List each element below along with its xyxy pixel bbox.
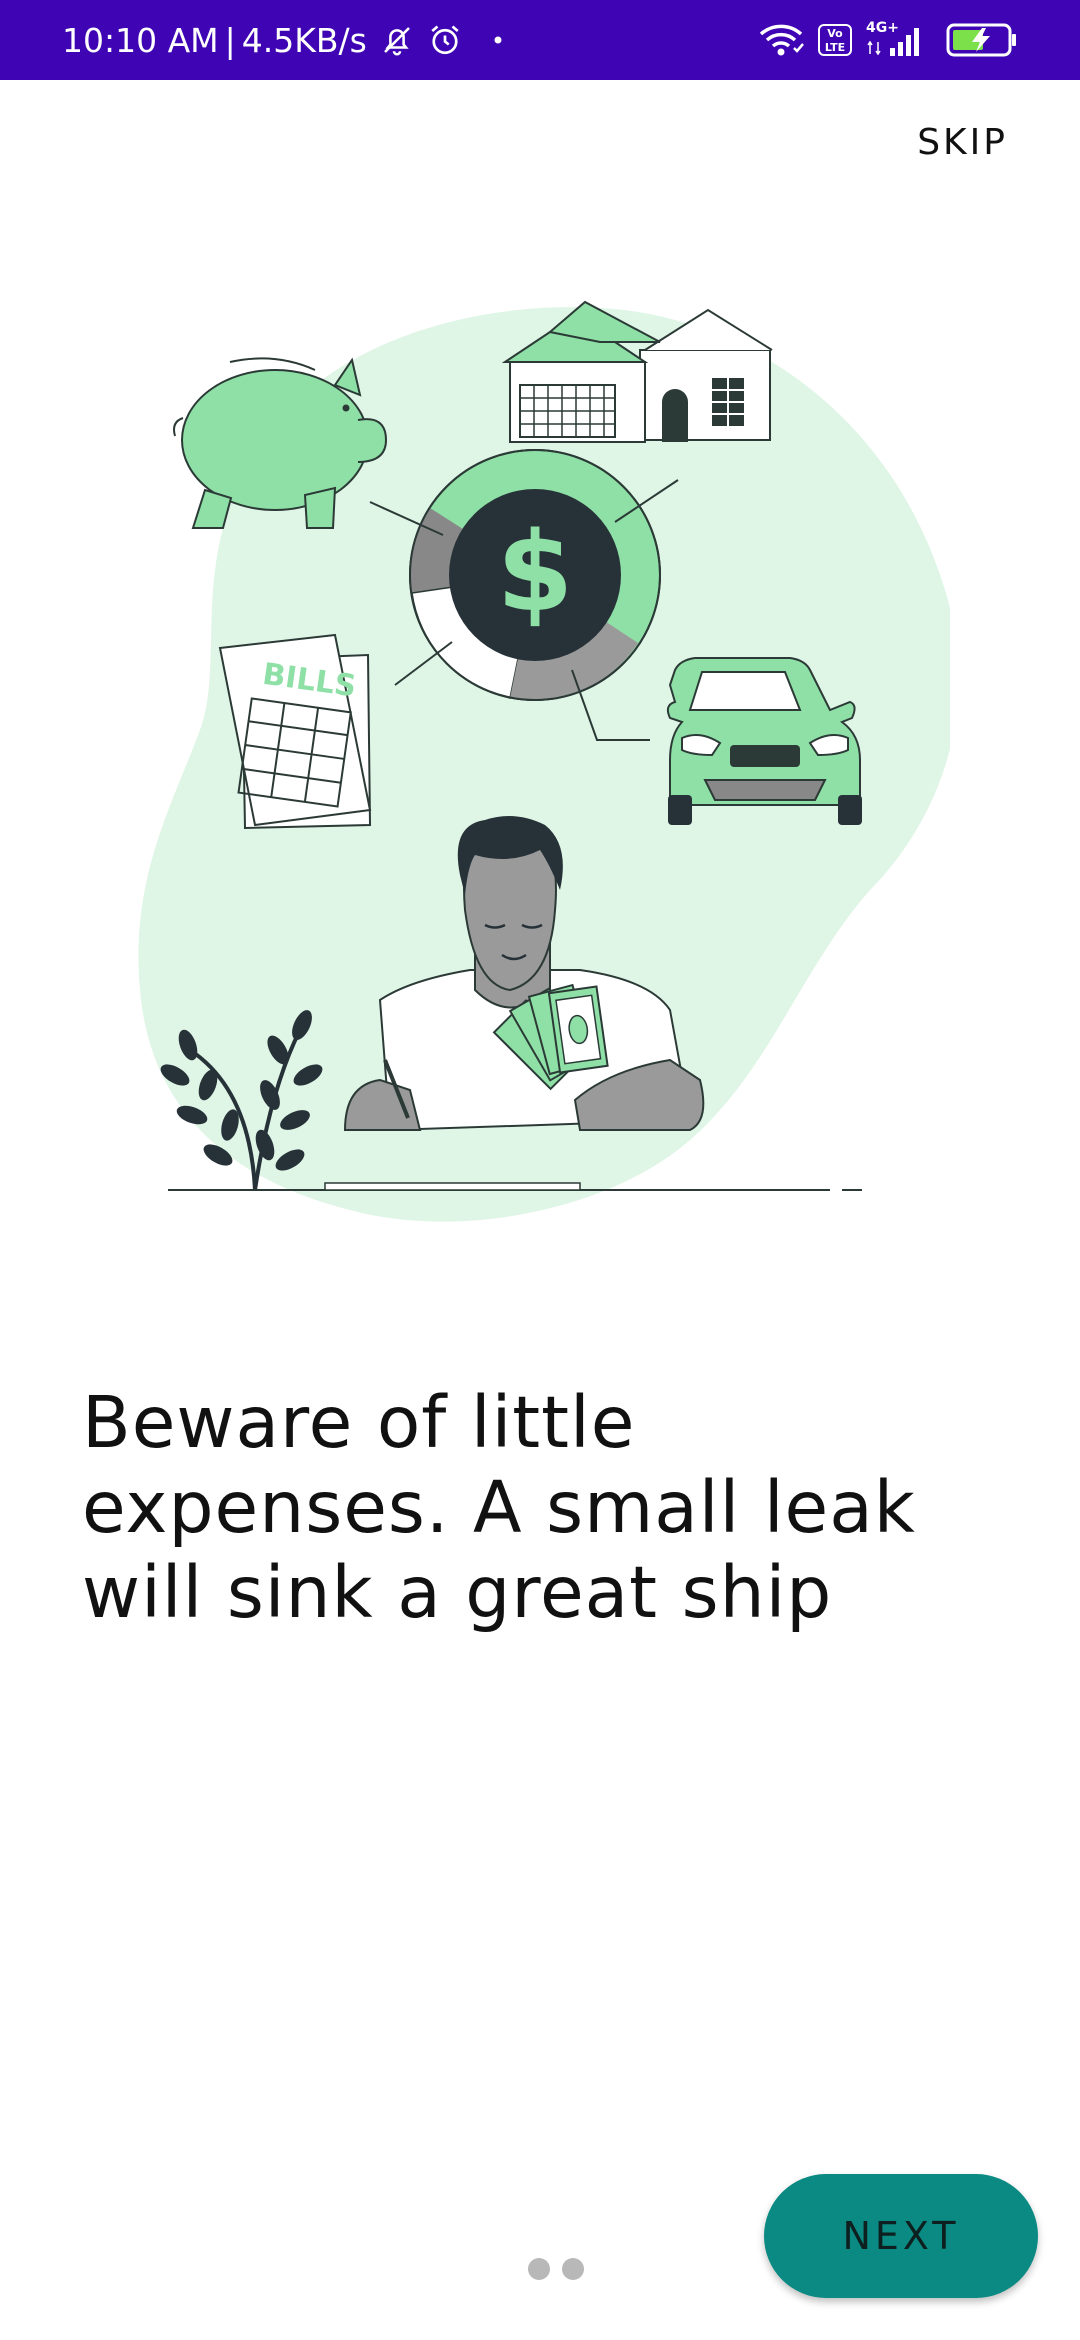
status-left: 10:10 AM | 4.5KB/s	[62, 0, 513, 80]
status-net-speed: 4.5KB/s	[241, 20, 367, 60]
dot-icon	[494, 36, 502, 44]
page-dot-1	[528, 2258, 550, 2280]
page-indicator	[528, 2258, 596, 2280]
paper-sheet	[324, 1182, 581, 1191]
status-separator: |	[224, 20, 236, 60]
wifi-icon	[759, 24, 804, 56]
page-dot-2	[562, 2258, 584, 2280]
onboarding-headline: Beware of little expenses. A small leak …	[82, 1381, 916, 1634]
volte-icon: Vo LTE	[818, 24, 852, 56]
mute-icon	[383, 27, 410, 56]
alarm-icon	[431, 25, 459, 55]
next-button[interactable]: NEXT	[764, 2174, 1038, 2298]
signal-icon: 4G+	[866, 20, 932, 60]
battery-charging-icon	[946, 23, 1016, 57]
status-bar: 10:10 AM | 4.5KB/s Vo LTE 4G+	[0, 0, 1080, 80]
dollar-symbol: $	[497, 508, 574, 636]
status-time: 10:10 AM	[62, 20, 219, 60]
skip-button[interactable]: SKIP	[917, 122, 1008, 163]
finance-illustration: $ BILLS	[138, 300, 950, 1222]
status-right: Vo LTE 4G+	[744, 0, 1018, 80]
